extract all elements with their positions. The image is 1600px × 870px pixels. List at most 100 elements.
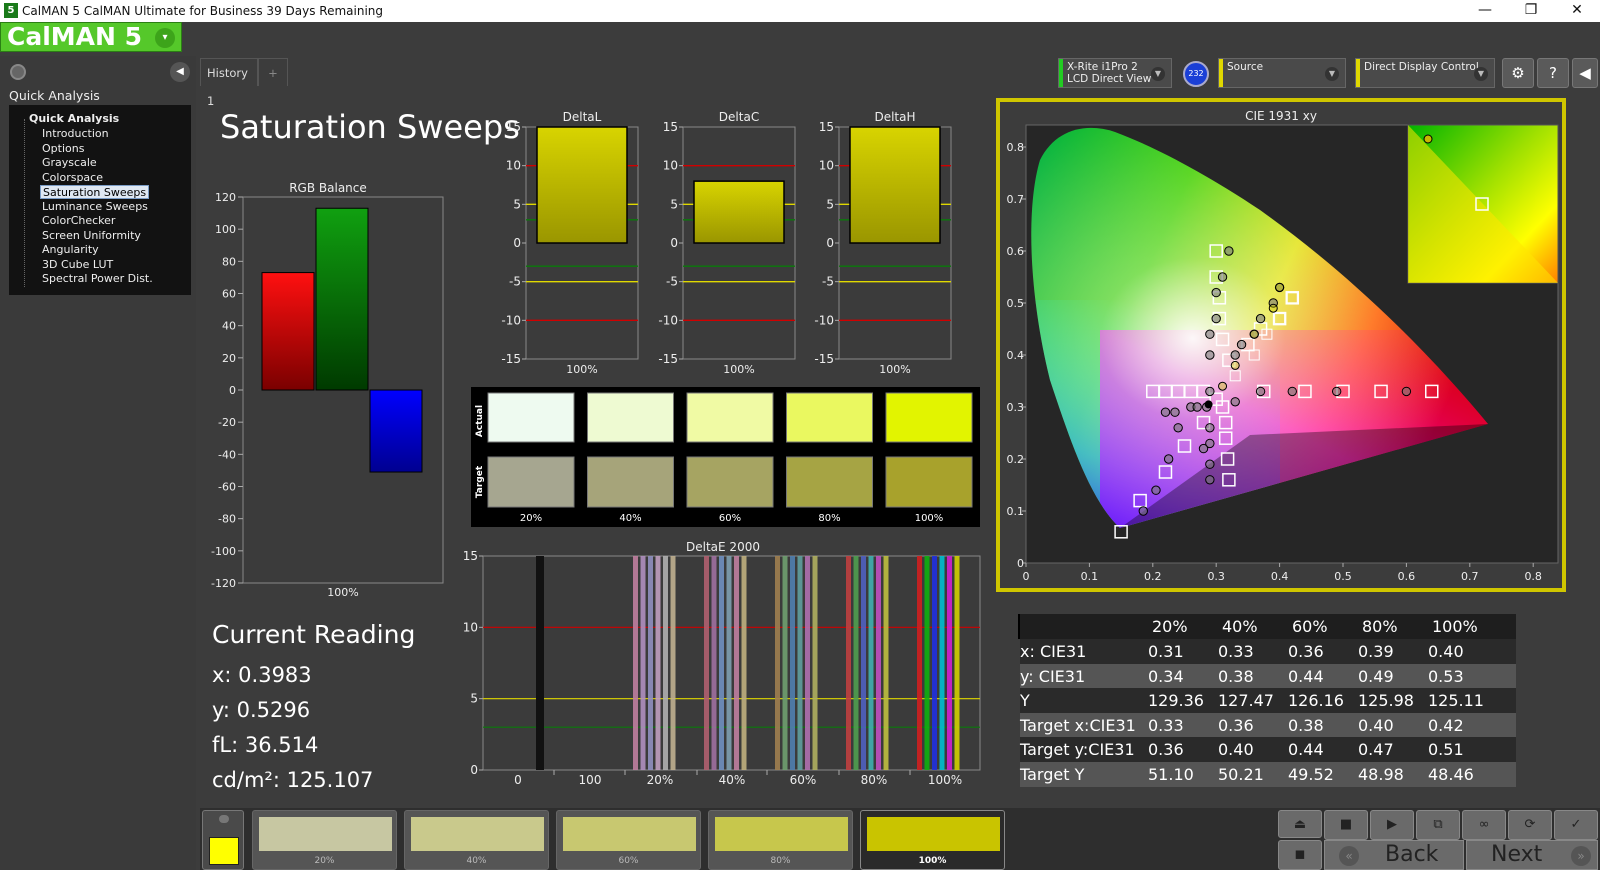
sidebar-item-colorchecker[interactable]: ColorChecker [40,214,117,228]
calman-logo-menu[interactable]: CalMAN 5 ▾ [0,22,182,52]
stop-all-button[interactable]: ◼ [1278,840,1322,870]
x-tick-label: 0.6 [1398,570,1416,583]
measured-marker [1151,485,1161,495]
y-tick-label: 10 [506,159,521,173]
table-cell: 0.34 [1148,666,1184,686]
back-button[interactable]: « Back [1324,840,1464,870]
actual-swatch [487,392,575,443]
sidebar-item-luminance-sweeps[interactable]: Luminance Sweeps [40,200,150,214]
color-patch-60pct[interactable]: 60% [556,810,701,870]
eject-button[interactable]: ⏏ [1278,810,1322,838]
x-tick-label: 0.1 [1081,570,1099,583]
minimize-button[interactable]: — [1462,0,1508,22]
deltae-bar [663,556,668,770]
target-marker [1212,311,1227,326]
tab-history-1[interactable]: History 1 [200,58,258,108]
patch-color [867,817,1000,851]
source-selector[interactable]: Source ▼ [1218,58,1346,88]
play-button[interactable]: ▶ [1370,810,1414,840]
y-tick-label: -10 [658,313,678,327]
settings-button[interactable]: ⚙ [1502,58,1534,88]
table-cell: 0.51 [1428,740,1464,759]
y-tick-label: -10 [501,313,521,327]
maximize-button[interactable]: ❐ [1508,0,1554,22]
chart-title: DeltaC [719,110,759,124]
sidebar-item-grayscale[interactable]: Grayscale [40,156,99,170]
meter-selector[interactable]: X-Rite i1Pro 2 LCD Direct View ▼ [1058,58,1172,88]
target-marker [1222,473,1236,487]
display-selector[interactable]: Direct Display Control ▼ [1355,58,1495,88]
blue-bar [369,389,423,473]
column-header: 80% [1362,617,1398,636]
section-title: Quick Analysis [9,88,100,103]
collapse-right-button[interactable]: ◀ [1572,58,1598,88]
patch-label: 100% [918,856,947,866]
gear-icon: ⚙ [1511,64,1525,82]
color-patch-100pct[interactable]: 100% [860,810,1005,870]
refresh-icon: ⟳ [1524,817,1536,832]
x-tick-label: 0.4 [1271,570,1289,583]
x-tick-label: 100% [327,586,358,599]
sidebar-item-saturation-sweeps[interactable]: Saturation Sweeps [40,185,150,199]
help-button[interactable]: ? [1537,58,1569,88]
deltae-2000-chart: DeltaE 2000 15 10 5 0 0 100 20% 40% 60% 80% 100% [463,540,981,787]
row-label: Y [1020,691,1030,710]
y-tick-label: -5 [666,275,678,289]
measured-marker [1201,402,1212,412]
measure-range-button[interactable]: ⧉ [1416,810,1460,840]
refresh-button[interactable]: ⟳ [1508,810,1552,840]
current-color-indicator[interactable] [202,810,244,870]
window-title: CalMAN 5 CalMAN Ultimate for Business 39… [22,4,384,18]
target-marker [1196,384,1211,399]
table-cell: 0.44 [1288,740,1324,759]
y-tick-label: 0.6 [1007,245,1025,258]
deltae-bar [868,556,874,770]
color-patch-40pct[interactable]: 40% [404,810,549,870]
deltae-bar [932,556,937,770]
close-button[interactable]: ✕ [1554,0,1600,22]
add-tab-button[interactable]: + [258,58,288,86]
deltae-bar [797,556,803,770]
next-label: Next [1491,842,1543,867]
sidebar-item-introduction[interactable]: Introduction [40,127,111,141]
chart-title: RGB Balance [289,181,367,195]
target-marker [1257,384,1271,399]
chevron-right-icon: » [1571,846,1591,866]
target-swatch [587,456,674,508]
color-patch-20pct[interactable]: 20% [252,810,397,870]
sidebar-item-spectral-power[interactable]: Spectral Power Dist. [40,272,155,286]
workflow-icon[interactable] [10,64,26,80]
measured-marker [1236,339,1247,350]
measured-marker [1230,397,1240,407]
collapse-panel-icon[interactable]: ◀ [170,62,190,82]
meter-badge[interactable]: 232 [1183,61,1209,87]
continuous-button[interactable]: ∞ [1462,810,1506,840]
y-tick-label: 5 [670,197,678,211]
measured-marker [1224,246,1234,256]
row-label: y: CIE31 [1020,666,1086,686]
tree-root[interactable]: Quick Analysis [29,112,119,125]
sidebar-item-colorspace[interactable]: Colorspace [40,171,105,185]
x-tick-label: 40% [719,773,746,787]
y-tick-label: 0.5 [1007,297,1025,310]
y-tick-label: 5 [470,692,478,706]
x-tick-label: 0.2 [1144,570,1162,583]
y-tick-label: 120 [215,191,236,204]
help-icon: ? [1549,64,1557,82]
meter-status-bar [1059,59,1063,87]
table-cell: 49.52 [1288,764,1334,784]
stop-button[interactable]: ■ [1324,810,1368,840]
x-tick-label: 100% [879,363,910,376]
measured-marker [1211,313,1221,324]
patch-color [259,817,392,851]
color-patch-80pct[interactable]: 80% [708,810,853,870]
y-tick-label: 0.4 [1007,349,1025,362]
sidebar-item-options[interactable]: Options [40,142,86,156]
sidebar-item-angularity[interactable]: Angularity [40,243,101,257]
sidebar-item-3d-cube-lut[interactable]: 3D Cube LUT [40,258,115,272]
next-button[interactable]: Next » [1466,840,1598,870]
sidebar-item-screen-uniformity[interactable]: Screen Uniformity [40,229,143,243]
deltae-bar [633,556,638,770]
plot-area [525,126,639,360]
check-button[interactable]: ✓ [1554,810,1598,840]
